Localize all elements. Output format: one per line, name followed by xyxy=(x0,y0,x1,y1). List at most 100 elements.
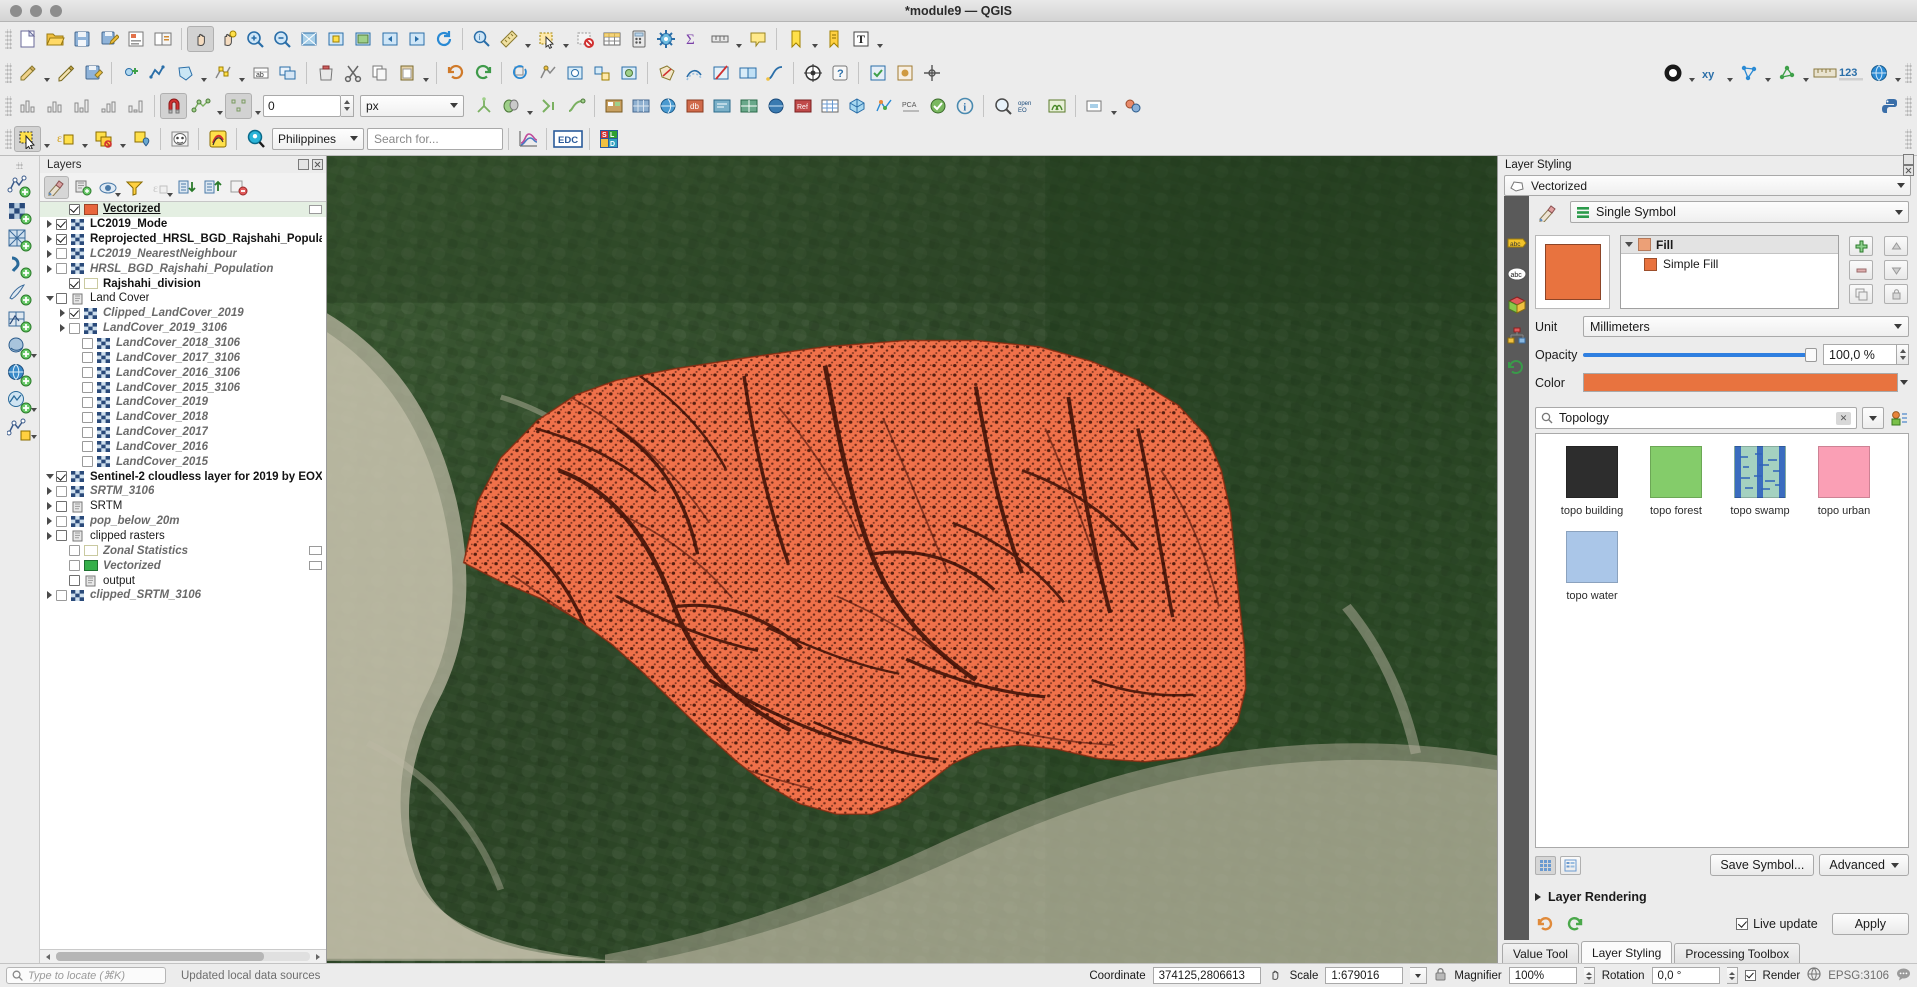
layer-tree-item[interactable]: LandCover_2018_3106 xyxy=(40,336,326,351)
live-update-toggle[interactable]: Live update xyxy=(1736,917,1818,931)
duplicate-symbol-layer-button[interactable] xyxy=(1849,284,1873,304)
layer-tree-item[interactable]: HRSL_BGD_Rajshahi_Population xyxy=(40,261,326,276)
layer-visibility-checkbox[interactable] xyxy=(69,560,80,572)
digitize-trace-icon[interactable] xyxy=(204,126,231,152)
location-filter-select[interactable]: Philippines xyxy=(272,127,364,150)
layer-tree-item[interactable]: LandCover_2016 xyxy=(40,440,326,455)
minimize-button[interactable] xyxy=(30,4,42,17)
live-update-checkbox[interactable] xyxy=(1736,918,1749,930)
layer-visibility-checkbox[interactable] xyxy=(56,500,67,512)
lock-scale-icon[interactable] xyxy=(1434,967,1447,985)
expand-all-button[interactable] xyxy=(174,176,199,199)
add-polygon-feature-icon[interactable] xyxy=(171,60,198,86)
tab-symbology-icon[interactable] xyxy=(1506,201,1527,222)
simplify-feature-icon[interactable] xyxy=(534,60,561,86)
layer-visibility-checkbox[interactable] xyxy=(56,515,67,527)
unit-select[interactable]: Millimeters xyxy=(1583,316,1909,337)
numeric-123-icon[interactable]: 123 xyxy=(1838,60,1865,86)
enable-tracing-icon[interactable] xyxy=(562,93,589,119)
collapse-all-button[interactable] xyxy=(200,176,225,199)
network-2-dropdown[interactable] xyxy=(1800,60,1811,86)
remove-symbol-layer-button[interactable] xyxy=(1849,260,1873,280)
layer-visibility-checkbox[interactable] xyxy=(82,411,93,423)
network-2-icon[interactable] xyxy=(1773,60,1800,86)
select-location-pin-icon[interactable] xyxy=(128,126,155,152)
styling-panel-float-button[interactable] xyxy=(1903,153,1914,165)
symbol-library-item[interactable]: topo swamp xyxy=(1718,446,1802,517)
new-mesh-layer-icon[interactable] xyxy=(870,93,897,119)
search-magnifier-icon[interactable] xyxy=(242,126,269,152)
network-nodes-icon[interactable] xyxy=(1735,60,1762,86)
layer-tree-item[interactable]: LandCover_2015_3106 xyxy=(40,380,326,395)
layer-tree-item[interactable]: Sentinel-2 cloudless layer for 2019 by E… xyxy=(40,469,326,484)
layer-edit-badge[interactable] xyxy=(309,204,322,214)
scale-field[interactable]: 1:679016 xyxy=(1325,967,1404,984)
pan-map-icon[interactable] xyxy=(187,26,214,52)
window-controls[interactable] xyxy=(10,4,62,17)
layer-tree-item[interactable]: Zonal Statistics xyxy=(40,543,326,558)
layer-tree-item[interactable]: LC2019_Mode xyxy=(40,217,326,232)
style-manager-icon-small[interactable] xyxy=(1889,407,1909,429)
tab-3d-view-icon[interactable] xyxy=(1506,294,1527,315)
toolbar-grip-3-end[interactable] xyxy=(1905,95,1912,116)
apply-button[interactable]: Apply xyxy=(1831,913,1909,935)
map-themes-dropdown[interactable] xyxy=(1108,93,1119,119)
symbol-tree-child[interactable]: Simple Fill xyxy=(1621,254,1838,271)
layer-tree-item[interactable]: LandCover_2016_3106 xyxy=(40,365,326,380)
crs-globe-icon[interactable] xyxy=(1807,967,1821,984)
new-project-icon[interactable] xyxy=(14,26,41,52)
opacity-value-field[interactable]: 100,0 % xyxy=(1823,344,1897,365)
self-snapping-icon[interactable] xyxy=(535,93,562,119)
new-shapefile-icon[interactable] xyxy=(816,93,843,119)
layer-expand-toggle[interactable] xyxy=(43,517,56,526)
render-checkbox[interactable] xyxy=(1744,970,1756,981)
layer-expand-toggle[interactable] xyxy=(43,295,56,301)
snapping-tolerance-mode-icon[interactable] xyxy=(225,92,252,119)
layer-tree-item[interactable]: clipped_SRTM_3106 xyxy=(40,588,326,603)
layer-visibility-checkbox[interactable] xyxy=(82,456,93,468)
layer-visibility-checkbox[interactable] xyxy=(56,292,67,304)
color-dropdown[interactable] xyxy=(1898,372,1909,393)
select-by-expression-icon[interactable]: ε xyxy=(52,126,79,152)
map-canvas[interactable] xyxy=(327,156,1497,963)
add-raster-layer-icon[interactable] xyxy=(627,93,654,119)
layer-expand-toggle[interactable] xyxy=(43,249,56,258)
topological-editing-icon[interactable] xyxy=(470,93,497,119)
add-vector-tile-icon[interactable] xyxy=(735,93,762,119)
snapping-options-icon[interactable] xyxy=(187,93,214,119)
locator-search[interactable]: Type to locate (⌘K) xyxy=(6,967,166,984)
select-by-location-dropdown[interactable] xyxy=(117,126,128,152)
layer-visibility-checkbox[interactable] xyxy=(56,248,67,260)
layer-visibility-checkbox[interactable] xyxy=(56,471,67,483)
clear-search-icon[interactable]: ✕ xyxy=(1836,411,1851,425)
layer-visibility-checkbox[interactable] xyxy=(56,263,67,275)
histogram-5-icon[interactable] xyxy=(122,93,149,119)
layer-tree-item[interactable]: Clipped_LandCover_2019 xyxy=(40,306,326,321)
layer-visibility-checkbox[interactable] xyxy=(82,396,93,408)
zoom-button[interactable] xyxy=(50,4,62,17)
symbol-search-dropdown[interactable] xyxy=(1862,407,1884,429)
magnifier-field[interactable]: 100% xyxy=(1508,967,1577,984)
split-features-icon[interactable] xyxy=(707,60,734,86)
add-part-icon[interactable] xyxy=(588,60,615,86)
vertex-tool-icon[interactable] xyxy=(209,60,236,86)
add-spatialite-layer-icon[interactable] xyxy=(708,93,735,119)
toolbar-grip-3[interactable] xyxy=(5,95,12,116)
layer-expand-toggle[interactable] xyxy=(43,531,56,540)
layer-edit-badge[interactable] xyxy=(309,546,322,556)
layer-visibility-checkbox[interactable] xyxy=(82,382,93,394)
bookmark-dropdown[interactable] xyxy=(809,26,820,52)
layer-visibility-checkbox[interactable] xyxy=(56,589,67,601)
annotation-dropdown[interactable] xyxy=(874,26,885,52)
symbol-library-item[interactable]: topo urban xyxy=(1802,446,1886,517)
layer-tree-item[interactable]: Vectorized xyxy=(40,558,326,573)
python-console-icon[interactable] xyxy=(1876,93,1903,119)
snapping-tolerance-input[interactable]: 0 xyxy=(263,94,341,117)
rotate-feature-icon[interactable] xyxy=(507,60,534,86)
edc-icon[interactable]: EDC xyxy=(552,126,584,152)
renderer-select[interactable]: Single Symbol xyxy=(1570,201,1909,223)
histogram-3-icon[interactable] xyxy=(68,93,95,119)
toggle-editing-icon[interactable] xyxy=(52,60,79,86)
select-by-expression-dropdown[interactable] xyxy=(79,126,90,152)
identify-features-icon[interactable]: i xyxy=(468,26,495,52)
